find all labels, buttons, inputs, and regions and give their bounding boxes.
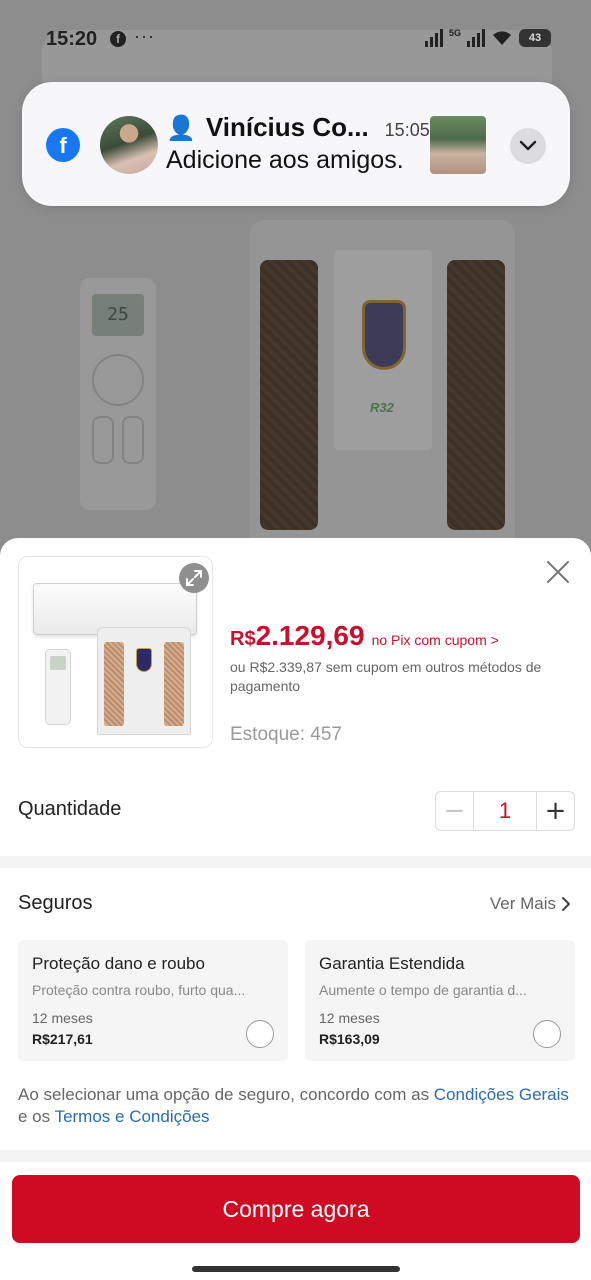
insurance-terms-text: Ao selecionar uma opção de seguro, conco… <box>18 1084 574 1128</box>
insurance-option-radio[interactable] <box>533 1020 561 1048</box>
see-more-link[interactable]: Ver Mais <box>490 894 571 914</box>
price-row: R$ 2.129,69 no Pix com cupom > <box>230 620 499 652</box>
see-more-label: Ver Mais <box>489 894 556 913</box>
purchase-bottom-sheet: R$ 2.129,69 no Pix com cupom > ou R$2.33… <box>0 538 591 1280</box>
alternative-price: ou R$2.339,87 sem cupom em outros método… <box>230 659 542 694</box>
insurance-option-extended-warranty[interactable]: Garantia Estendida Aumente o tempo de ga… <box>305 940 575 1061</box>
insurance-option-description: Proteção contra roubo, furto qua... <box>32 982 246 998</box>
insurance-option-title: Garantia Estendida <box>319 954 465 973</box>
insurance-option-description: Aumente o tempo de garantia d... <box>319 982 527 998</box>
section-divider <box>0 856 591 868</box>
chevron-right-icon <box>562 897 570 911</box>
home-indicator[interactable] <box>192 1266 400 1272</box>
notification-sender: Vinícius Co... <box>205 112 369 142</box>
insurance-option-title: Proteção dano e roubo <box>32 954 205 973</box>
notification-thumbnail <box>430 116 486 174</box>
terms-middle: e os <box>18 1107 55 1126</box>
insurance-title: Seguros <box>18 892 93 914</box>
status-bar: 15:20 f ··· 5G 43 <box>0 0 591 80</box>
notification-time: 15:05 <box>384 120 430 140</box>
quantity-value[interactable]: 1 <box>474 792 536 830</box>
wifi-icon <box>493 31 511 45</box>
status-time: 15:20 <box>46 28 98 50</box>
pix-coupon-link[interactable]: no Pix com cupom > <box>372 632 499 648</box>
insurance-option-price: R$217,61 <box>32 1031 93 1047</box>
sender-avatar <box>100 116 158 174</box>
quantity-stepper: − 1 + <box>435 791 575 831</box>
battery-indicator: 43 <box>519 29 551 47</box>
quantity-label: Quantidade <box>18 798 122 820</box>
person-icon: 👤 <box>166 115 196 142</box>
general-conditions-link[interactable]: Condições Gerais <box>434 1085 569 1104</box>
section-divider <box>0 1150 591 1162</box>
facebook-app-icon: f <box>46 128 80 162</box>
terms-prefix: Ao selecionar uma opção de seguro, conco… <box>18 1085 434 1104</box>
insurance-option-term: 12 meses <box>319 1010 380 1026</box>
product-thumbnail[interactable] <box>18 556 213 748</box>
chevron-down-icon <box>519 140 537 151</box>
heads-up-notification[interactable]: f 👤 Vinícius Co... 15:05 Adicione aos am… <box>22 82 570 206</box>
expand-arrows-icon <box>186 570 202 586</box>
signal-icon-2 <box>467 29 485 47</box>
facebook-status-icon: f <box>110 31 126 47</box>
notification-header: 👤 Vinícius Co... 15:05 <box>166 112 430 143</box>
expand-notification-button[interactable] <box>510 128 546 164</box>
status-more-dots: ··· <box>134 26 155 46</box>
buy-now-button[interactable]: Compre agora <box>12 1175 580 1243</box>
notification-message: Adicione aos amigos. <box>166 146 404 174</box>
insurance-option-theft-damage[interactable]: Proteção dano e roubo Proteção contra ro… <box>18 940 288 1061</box>
increase-quantity-button[interactable]: + <box>536 792 574 830</box>
enlarge-image-button[interactable] <box>179 563 209 593</box>
insurance-option-term: 12 meses <box>32 1010 93 1026</box>
close-icon[interactable] <box>544 558 572 586</box>
signal-icon <box>424 29 443 47</box>
decrease-quantity-button[interactable]: − <box>436 792 474 830</box>
stock-count: Estoque: 457 <box>230 724 342 745</box>
insurance-option-radio[interactable] <box>246 1020 274 1048</box>
insurance-option-price: R$163,09 <box>319 1031 380 1047</box>
condenser-image <box>97 627 191 735</box>
price-currency: R$ <box>230 628 256 650</box>
terms-and-conditions-link[interactable]: Termos e Condições <box>55 1107 210 1126</box>
remote-image <box>45 649 71 725</box>
network-type: 5G <box>448 28 461 38</box>
price-value: 2.129,69 <box>255 620 365 651</box>
status-right-group: 5G 43 <box>424 28 551 48</box>
